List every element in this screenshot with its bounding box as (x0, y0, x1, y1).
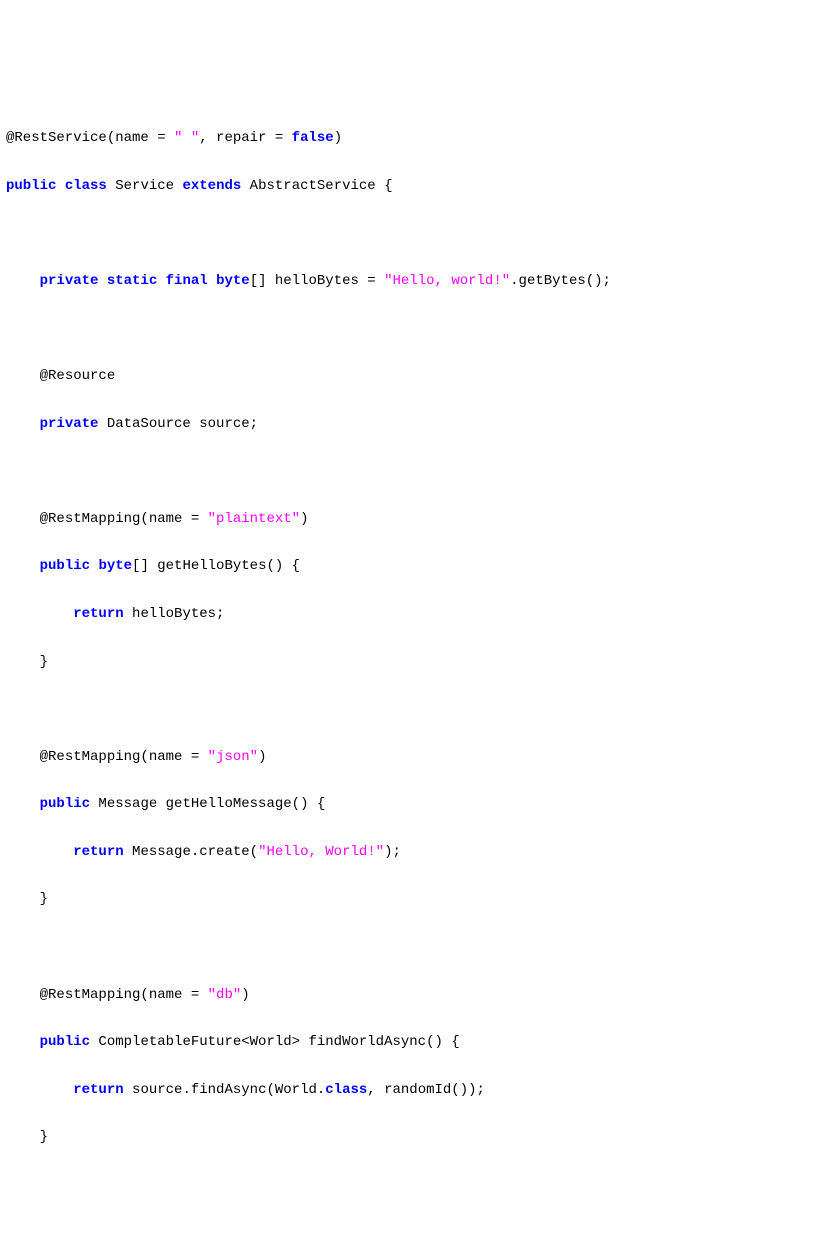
code-line: @RestService(name = " ", repair = false) (6, 127, 812, 151)
string-literal: "json" (208, 749, 258, 765)
blank-line (6, 698, 812, 722)
annotation: @RestService(name = (6, 130, 174, 146)
code-line: return Message.create("Hello, World!"); (6, 841, 812, 865)
code-line: public Message getHelloMessage() { (6, 793, 812, 817)
string-literal: "db" (208, 987, 242, 1003)
code-line: private static final byte[] helloBytes =… (6, 270, 812, 294)
keyword-public: public (6, 178, 56, 194)
keyword-extends: extends (182, 178, 241, 194)
string-literal: "plaintext" (208, 511, 300, 527)
keyword-private: private (40, 416, 99, 432)
annotation: @RestMapping(name = (40, 511, 208, 527)
code-line: @RestMapping(name = "plaintext") (6, 508, 812, 532)
keyword-byte: byte (98, 558, 132, 574)
keyword-public: public (40, 1034, 90, 1050)
code-line: public CompletableFuture<World> findWorl… (6, 1031, 812, 1055)
keyword-class: class (65, 178, 107, 194)
code-line: } (6, 1126, 812, 1150)
blank-line (6, 317, 812, 341)
annotation: @RestMapping(name = (40, 987, 208, 1003)
blank-line (6, 222, 812, 246)
code-line: return source.findAsync(World.class, ran… (6, 1079, 812, 1103)
code-line: public class Service extends AbstractSer… (6, 175, 812, 199)
keyword-return: return (73, 1082, 123, 1098)
code-line: @Resource (6, 365, 812, 389)
keyword-return: return (73, 606, 123, 622)
code-line: } (6, 651, 812, 675)
blank-line (6, 460, 812, 484)
string-literal: " " (174, 130, 199, 146)
keyword-final: final (166, 273, 208, 289)
keyword-false: false (292, 130, 334, 146)
annotation: @RestMapping(name = (40, 749, 208, 765)
code-line: @RestMapping(name = "json") (6, 746, 812, 770)
keyword-byte: byte (216, 273, 250, 289)
code-line: public byte[] getHelloBytes() { (6, 555, 812, 579)
keyword-class: class (325, 1082, 367, 1098)
code-line: @RestMapping(name = "db") (6, 984, 812, 1008)
code-editor: @RestService(name = " ", repair = false)… (6, 103, 812, 1174)
keyword-static: static (107, 273, 157, 289)
code-line: private DataSource source; (6, 413, 812, 437)
annotation: @Resource (40, 368, 116, 384)
code-line: } (6, 888, 812, 912)
string-literal: "Hello, World!" (258, 844, 384, 860)
code-line: return helloBytes; (6, 603, 812, 627)
keyword-public: public (40, 796, 90, 812)
keyword-private: private (40, 273, 99, 289)
blank-line (6, 936, 812, 960)
keyword-return: return (73, 844, 123, 860)
string-literal: "Hello, world!" (384, 273, 510, 289)
keyword-public: public (40, 558, 90, 574)
